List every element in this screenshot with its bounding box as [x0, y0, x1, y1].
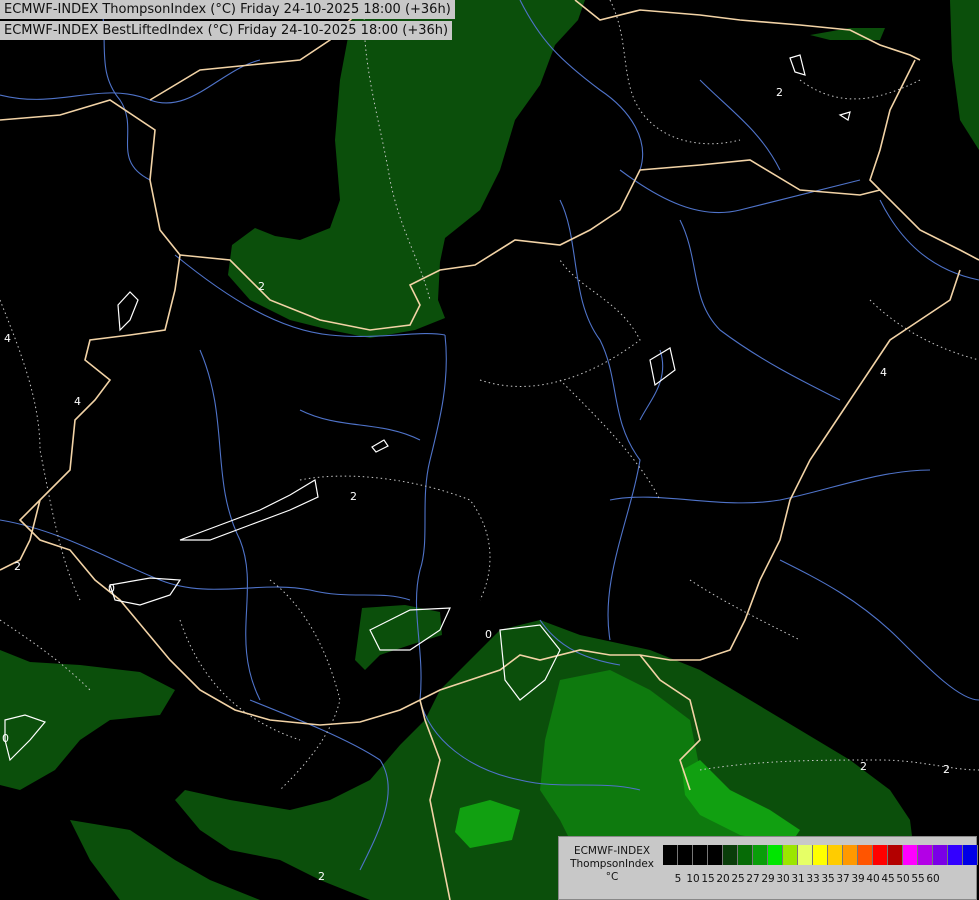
map-title-box: ECMWF-INDEX ThompsonIndex (°C) Friday 24…	[0, 0, 455, 40]
legend-tick-label: 55	[911, 873, 925, 885]
contour-label: 2	[776, 86, 783, 99]
color-legend: ECMWF-INDEX ThompsonIndex °C 5 10 15 20 25 27…	[558, 836, 979, 900]
contour-label: 0	[108, 582, 115, 595]
legend-tick-label: 37	[836, 873, 850, 885]
contour-label: 2	[14, 560, 21, 573]
legend-swatch	[663, 845, 678, 865]
legend-swatches	[663, 845, 978, 865]
legend-tick-label: 45	[881, 873, 895, 885]
legend-swatch	[888, 845, 903, 865]
map-canvas: 2 2 2 2 2 2 2 2 4 4 4 0 0 0	[0, 0, 979, 900]
legend-tick-label: 60	[926, 873, 940, 885]
legend-tick-label: 25	[731, 873, 745, 885]
legend-swatch	[828, 845, 843, 865]
legend-tick-label: 40	[866, 873, 880, 885]
contour-label: 2	[258, 280, 265, 293]
contour-label: 2	[943, 763, 950, 776]
legend-tick-label: 33	[806, 873, 820, 885]
legend-swatch	[963, 845, 978, 865]
contour-label: 0	[2, 732, 9, 745]
legend-swatch	[858, 845, 873, 865]
legend-tick-label: 5	[674, 873, 682, 885]
legend-title-model: ECMWF-INDEX	[573, 845, 651, 857]
contour-label: 4	[74, 395, 81, 408]
map-title-lifted: ECMWF-INDEX BestLiftedIndex (°C) Friday …	[0, 21, 453, 40]
legend-title: ECMWF-INDEX ThompsonIndex °C	[563, 845, 661, 884]
legend-swatch	[708, 845, 723, 865]
legend-swatch	[948, 845, 963, 865]
legend-tick-label: 35	[821, 873, 835, 885]
legend-tick-label: 31	[791, 873, 805, 885]
legend-swatch	[783, 845, 798, 865]
legend-tick-label: 39	[851, 873, 865, 885]
legend-title-unit: °C	[605, 871, 619, 883]
contour-label: 4	[4, 332, 11, 345]
contour-label: 0	[485, 628, 492, 641]
legend-swatch	[843, 845, 858, 865]
legend-swatch	[798, 845, 813, 865]
legend-swatch	[693, 845, 708, 865]
legend-swatch	[903, 845, 918, 865]
legend-ticks: 5 10 15 20 25 27 29 30 31 33 35 37 39 40 45 50 55 60	[663, 873, 979, 887]
legend-swatch	[933, 845, 948, 865]
legend-swatch	[738, 845, 753, 865]
legend-tick-label: 27	[746, 873, 760, 885]
legend-tick-label: 20	[716, 873, 730, 885]
legend-title-param: ThompsonIndex	[570, 858, 654, 870]
legend-swatch	[768, 845, 783, 865]
legend-swatch	[873, 845, 888, 865]
contour-label: 2	[318, 870, 325, 883]
legend-swatch	[753, 845, 768, 865]
legend-swatch	[813, 845, 828, 865]
legend-swatch	[678, 845, 693, 865]
legend-tick-label: 15	[701, 873, 715, 885]
map-title-thompson: ECMWF-INDEX ThompsonIndex (°C) Friday 24…	[0, 0, 455, 19]
legend-swatch	[723, 845, 738, 865]
contour-label: 2	[350, 490, 357, 503]
legend-tick-label: 30	[776, 873, 790, 885]
legend-swatch	[918, 845, 933, 865]
legend-tick-label: 29	[761, 873, 775, 885]
contour-label: 2	[860, 760, 867, 773]
legend-tick-label: 50	[896, 873, 910, 885]
contour-label: 4	[880, 366, 887, 379]
legend-tick-label: 10	[686, 873, 700, 885]
